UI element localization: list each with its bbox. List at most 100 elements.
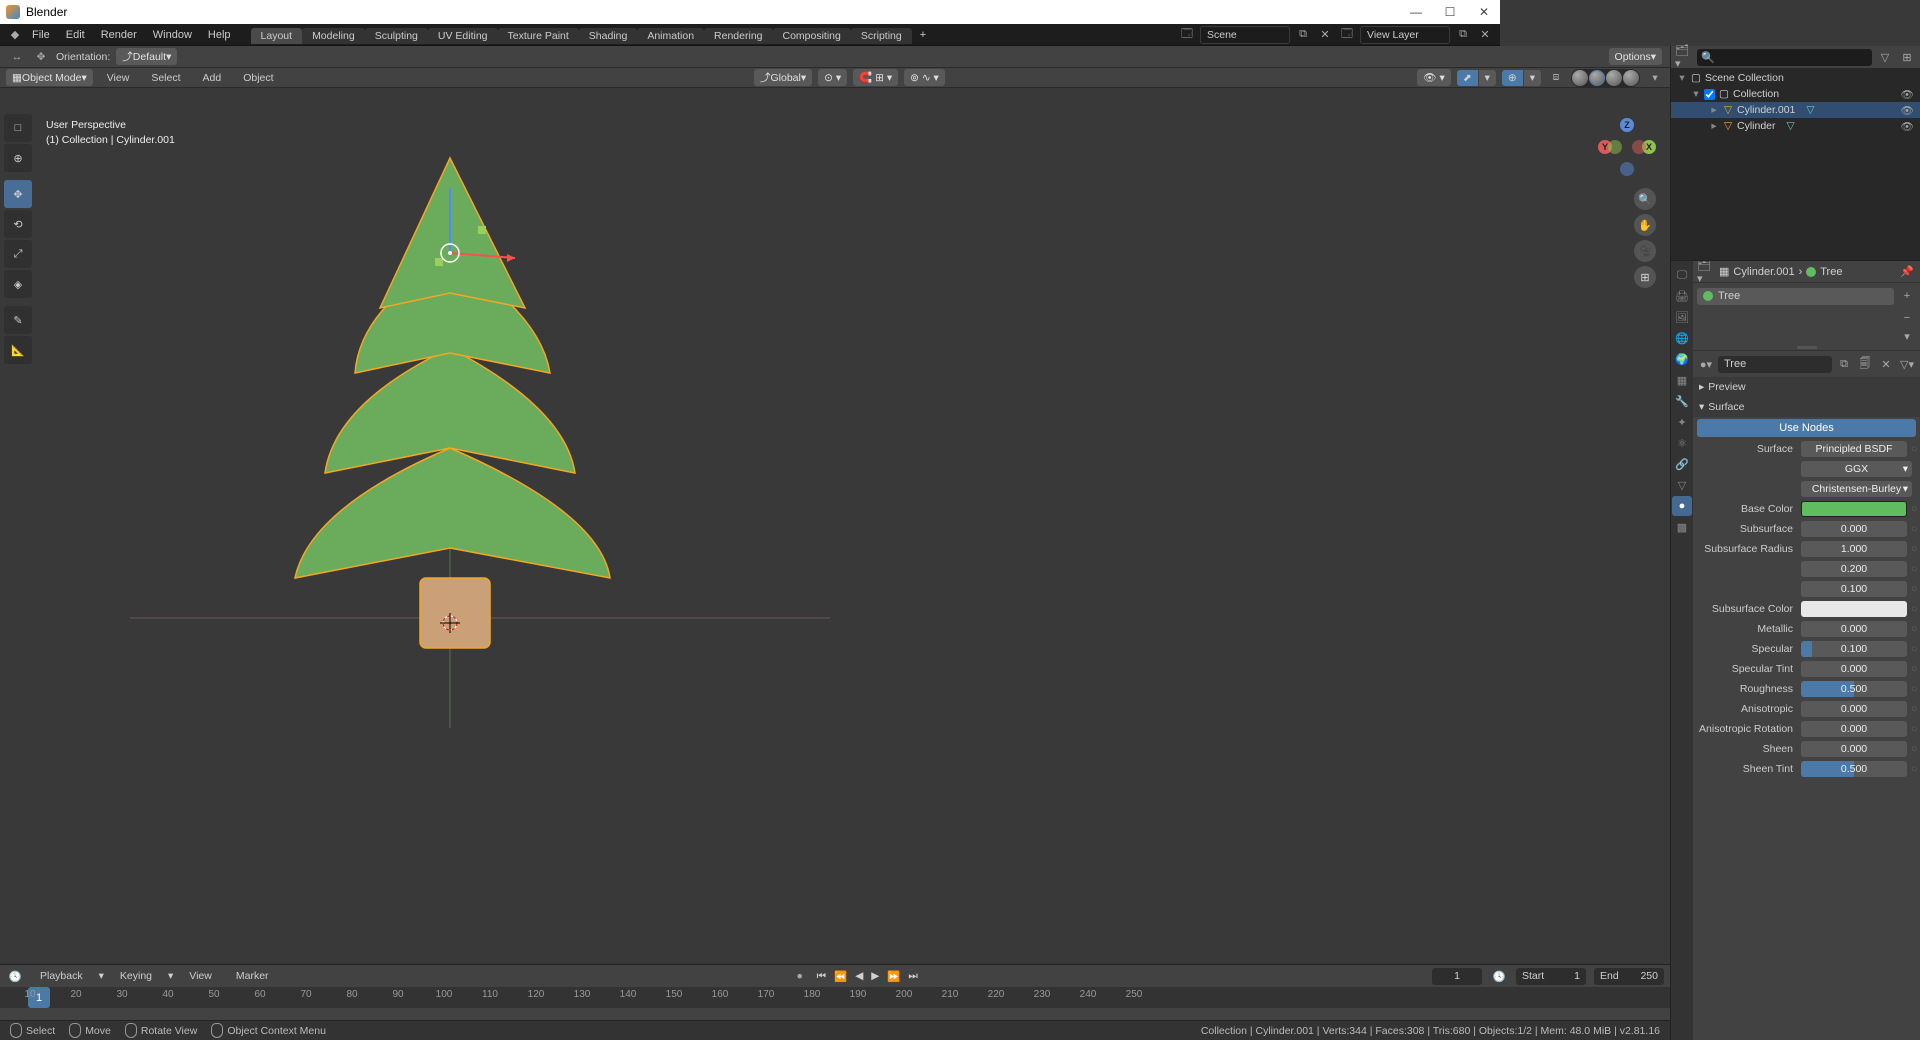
value-field[interactable] [1801,601,1907,617]
props-editor-icon[interactable]: 🗂▾ [1697,263,1715,281]
tab-animation[interactable]: Animation [637,28,704,44]
vp-menu-add[interactable]: Add [195,67,230,89]
filter-icon[interactable]: ▽ [1876,48,1894,66]
drag-icon[interactable]: ✥ [32,48,50,66]
input-socket-icon[interactable]: ○ [1907,723,1912,735]
tab-scripting[interactable]: Scripting [851,28,912,44]
value-field[interactable]: 0.000 [1801,741,1907,757]
tool-annotate[interactable]: ✎ [4,306,32,334]
tool-scale[interactable]: ⤢ [4,240,32,268]
tool-cursor[interactable]: ⊕ [4,144,32,172]
delete-viewlayer-icon[interactable]: ✕ [1476,26,1494,44]
shading-dropdown-icon[interactable]: ▾ [1646,69,1664,87]
tool-transform[interactable]: ◈ [4,270,32,298]
viewlayer-browse-icon[interactable]: 🗔 [1338,26,1356,44]
add-mat-slot[interactable]: + [1898,287,1916,305]
outliner-search[interactable]: 🔍 [1697,49,1872,66]
nav-pan-icon[interactable]: ✋ [1634,214,1656,236]
value-field[interactable]: 0.500 [1801,681,1907,697]
ptab-output[interactable]: 🖨 [1672,286,1692,306]
tab-sculpting[interactable]: Sculpting [365,28,428,44]
blender-icon[interactable]: ◆ [6,26,24,44]
input-socket-icon[interactable]: ○ [1907,503,1912,515]
value-field[interactable]: 1.000 [1801,541,1907,557]
ptab-texture[interactable]: ▩ [1672,517,1692,537]
nav-camera-icon[interactable]: 🎥 [1634,240,1656,262]
tree-collection[interactable]: ▾▢Collection👁 [1671,86,1920,102]
vp-menu-view[interactable]: View [99,67,138,89]
menu-render[interactable]: Render [93,24,145,46]
value-field[interactable]: 0.000 [1801,721,1907,737]
ptab-mesh[interactable]: ▽ [1672,475,1692,495]
menu-window[interactable]: Window [145,24,200,46]
tl-marker[interactable]: Marker [228,965,277,987]
input-socket-icon[interactable]: ○ [1907,563,1912,575]
autokey-icon[interactable]: ● [791,967,809,985]
value-field[interactable]: 0.000 [1801,521,1907,537]
pivot-dropdown[interactable]: ⊙ ▾ [818,69,847,86]
delete-scene-icon[interactable]: ✕ [1316,26,1334,44]
menu-file[interactable]: File [24,24,58,46]
timeline-editor-icon[interactable]: 🕓 [6,967,24,985]
preview-range-icon[interactable]: 🕓 [1490,967,1508,985]
transport-next-key[interactable]: ⏩ [887,970,900,983]
tool-measure[interactable]: 📐 [4,336,32,364]
tab-modeling[interactable]: Modeling [302,28,365,44]
panel-preview[interactable]: ▸ Preview [1693,377,1920,397]
value-field[interactable] [1801,501,1907,517]
ptab-render[interactable]: 🖵 [1672,265,1692,285]
gizmo-toggles[interactable]: ⬈▾ [1457,70,1496,86]
scene-browse-icon[interactable]: 🗔 [1178,26,1196,44]
tool-rotate[interactable]: ⟲ [4,210,32,238]
tab-compositing[interactable]: Compositing [773,28,851,44]
ptab-material[interactable]: ● [1672,496,1692,516]
tab-shading[interactable]: Shading [579,28,638,44]
distribution-field[interactable]: GGX▾ [1801,461,1912,477]
current-frame-field[interactable]: 1 [1432,968,1482,985]
input-socket-icon[interactable]: ○ [1907,583,1912,595]
mat-unlink-icon[interactable]: ✕ [1877,355,1895,373]
snap-toggle[interactable]: 🧲 ⊞ ▾ [853,69,898,86]
eye-icon[interactable]: 👁 [1901,120,1914,133]
nav-ortho-icon[interactable]: ⊞ [1634,266,1656,288]
input-socket-icon[interactable]: ○ [1907,603,1912,615]
add-workspace-button[interactable]: + [912,24,934,46]
crumb-material[interactable]: Tree [1820,266,1842,278]
outliner-editor-icon[interactable]: 🗂▾ [1675,48,1693,66]
input-socket-icon[interactable]: ○ [1907,663,1912,675]
pin-icon[interactable]: 📌 [1898,263,1916,281]
scene-field[interactable]: Scene [1200,26,1290,44]
transform-orientation[interactable]: ⤴ Global ▾ [754,69,812,86]
mat-new-icon[interactable]: 🗐 [1856,355,1874,373]
overlay-toggles[interactable]: ⊕▾ [1502,70,1541,86]
minimize-button[interactable]: — [1406,5,1426,19]
new-viewlayer-icon[interactable]: ⧉ [1454,26,1472,44]
ptab-modifiers[interactable]: 🔧 [1672,391,1692,411]
tab-layout[interactable]: Layout [251,28,303,44]
value-field[interactable]: 0.000 [1801,621,1907,637]
surface-shader-field[interactable]: Principled BSDF [1801,441,1907,457]
menu-edit[interactable]: Edit [58,24,93,46]
remove-mat-slot[interactable]: − [1898,309,1916,327]
mode-dropdown[interactable]: ▦ Object Mode ▾ [6,69,93,86]
mat-browse-icon[interactable]: ●▾ [1697,355,1715,373]
input-socket-icon[interactable]: ○ [1907,543,1912,555]
tool-move[interactable]: ✥ [4,180,32,208]
ptab-scene[interactable]: 🌐 [1672,328,1692,348]
mat-users-icon[interactable]: ⧉ [1835,355,1853,373]
menu-help[interactable]: Help [200,24,239,46]
visibility-dropdown[interactable]: 👁 ▾ [1417,69,1451,86]
tab-rendering[interactable]: Rendering [704,28,772,44]
ptab-world[interactable]: 🌍 [1672,349,1692,369]
eye-icon[interactable]: 👁 [1901,88,1914,101]
tree-item-cylinder001[interactable]: ▸▽Cylinder.001▽👁 [1671,102,1920,118]
ptab-physics[interactable]: ⚛ [1672,433,1692,453]
viewport-3d[interactable]: □ ⊕ ✥ ⟲ ⤢ ◈ ✎ 📐 User Perspective (1) Col… [0,88,1670,964]
tl-view[interactable]: View [181,965,220,987]
value-field[interactable]: 0.500 [1801,761,1907,777]
input-socket-icon[interactable]: ○ [1907,683,1912,695]
ptab-viewlayer[interactable]: 🖼 [1672,307,1692,327]
input-socket-icon[interactable]: ○ [1907,523,1912,535]
transport-play[interactable]: ▶ [871,970,879,982]
ptab-object[interactable]: ▦ [1672,370,1692,390]
